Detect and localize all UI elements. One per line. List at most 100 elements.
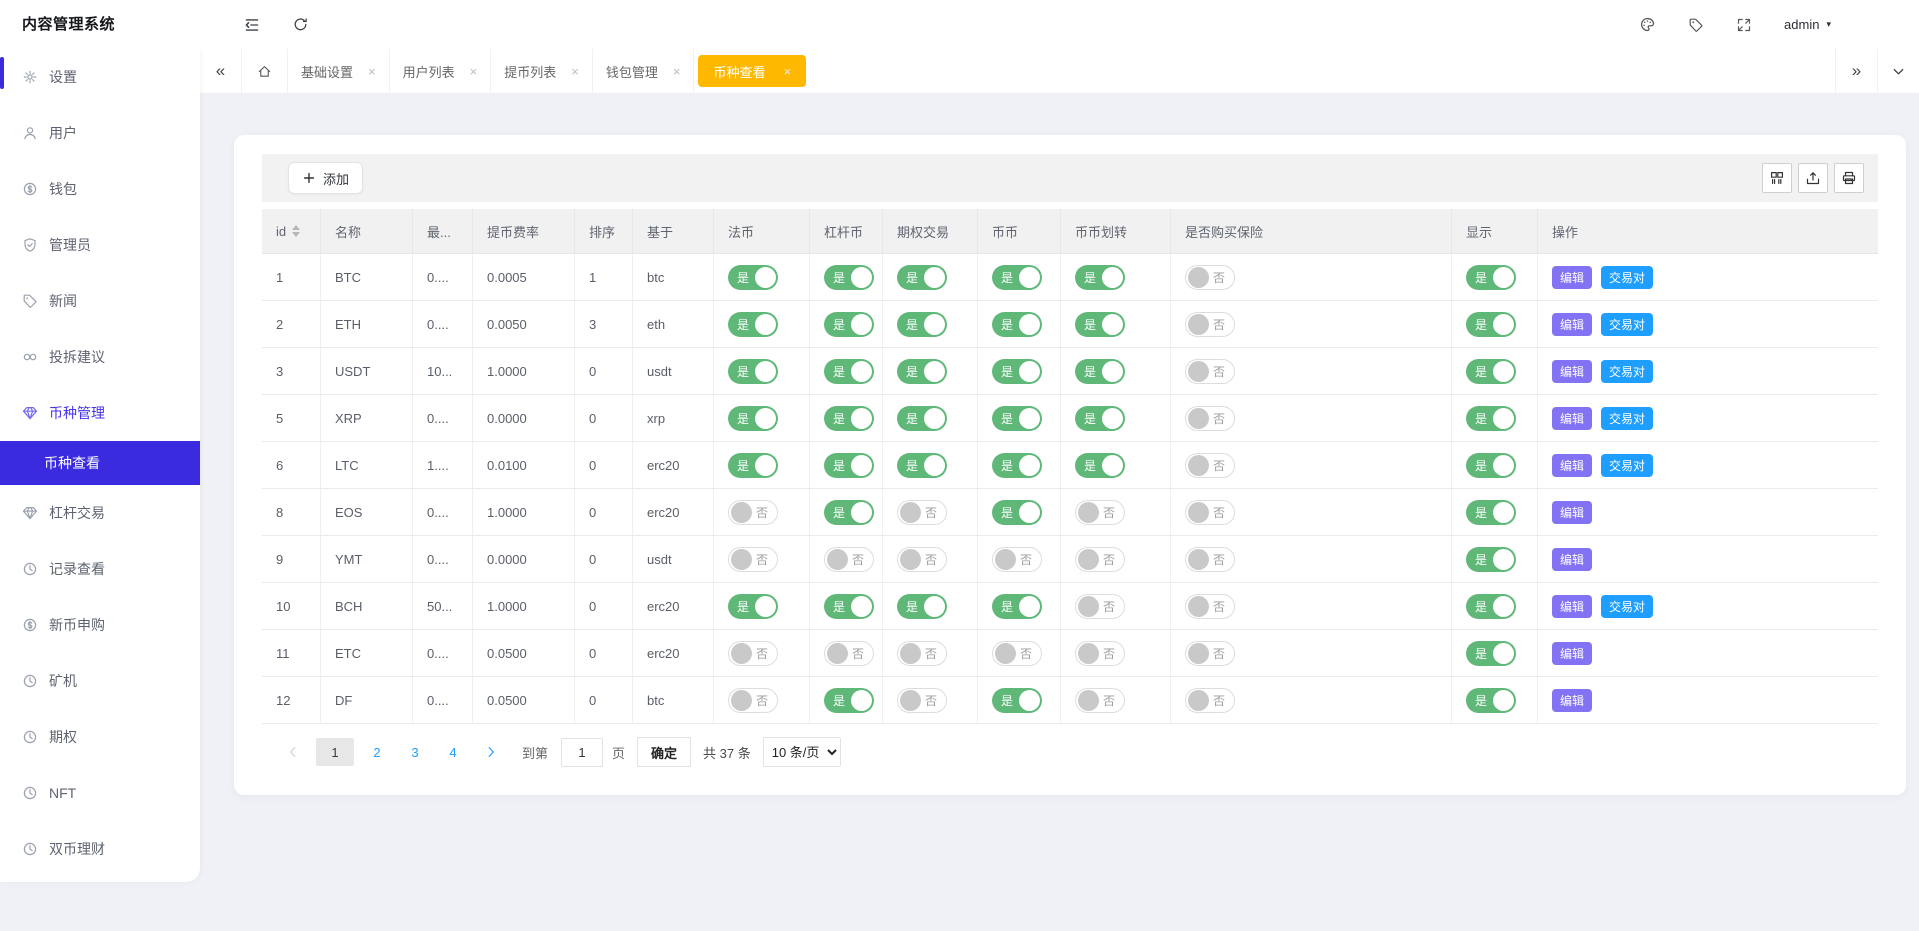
edit-button[interactable]: 编辑: [1552, 500, 1593, 524]
add-button[interactable]: 添加: [288, 162, 364, 194]
show-toggle[interactable]: 是: [1466, 499, 1516, 525]
transfer-toggle[interactable]: 是: [1075, 358, 1125, 384]
lever-toggle[interactable]: 是: [824, 311, 874, 337]
show-toggle[interactable]: 是: [1466, 311, 1516, 337]
sidebar-item-miner[interactable]: 矿机: [0, 653, 200, 709]
insurance-toggle[interactable]: 否: [1185, 358, 1235, 384]
sidebar-item-news[interactable]: 新闻: [0, 273, 200, 329]
fiat-toggle[interactable]: 否: [728, 499, 778, 525]
page-button-3[interactable]: 3: [400, 738, 430, 766]
pairs-button[interactable]: 交易对: [1601, 406, 1654, 430]
insurance-toggle[interactable]: 否: [1185, 593, 1235, 619]
lever-toggle[interactable]: 是: [824, 499, 874, 525]
transfer-toggle[interactable]: 否: [1075, 687, 1125, 713]
collapse-sidebar-icon[interactable]: [243, 0, 261, 49]
spot-toggle[interactable]: 是: [992, 405, 1042, 431]
fiat-toggle[interactable]: 是: [728, 264, 778, 290]
sidebar-item-admins[interactable]: 管理员: [0, 217, 200, 273]
spot-toggle[interactable]: 否: [992, 546, 1042, 572]
confirm-button[interactable]: 确定: [637, 737, 692, 767]
fiat-toggle[interactable]: 是: [728, 311, 778, 337]
pairs-button[interactable]: 交易对: [1601, 265, 1654, 289]
transfer-toggle[interactable]: 否: [1075, 593, 1125, 619]
lever-toggle[interactable]: 是: [824, 593, 874, 619]
spot-toggle[interactable]: 是: [992, 311, 1042, 337]
insurance-toggle[interactable]: 否: [1185, 452, 1235, 478]
show-toggle[interactable]: 是: [1466, 264, 1516, 290]
sidebar-item-leverage-trade[interactable]: 杠杆交易: [0, 485, 200, 541]
page-button-2[interactable]: 2: [362, 738, 392, 766]
sidebar-scrollbar[interactable]: [0, 57, 4, 89]
sidebar-item-settings[interactable]: 设置: [0, 49, 200, 105]
prev-page-button[interactable]: [278, 738, 308, 766]
tab-user-list[interactable]: 用户列表 ×: [390, 49, 492, 93]
close-icon[interactable]: ×: [368, 64, 376, 79]
sidebar-item-new-coin[interactable]: 新币申购: [0, 597, 200, 653]
show-toggle[interactable]: 是: [1466, 358, 1516, 384]
lever-toggle[interactable]: 否: [824, 546, 874, 572]
option-toggle[interactable]: 是: [897, 311, 947, 337]
tabs-menu-button[interactable]: [1877, 49, 1919, 93]
edit-button[interactable]: 编辑: [1552, 359, 1593, 383]
lever-toggle[interactable]: 是: [824, 358, 874, 384]
spot-toggle[interactable]: 是: [992, 593, 1042, 619]
edit-button[interactable]: 编辑: [1552, 312, 1593, 336]
export-icon[interactable]: [1798, 163, 1828, 193]
fiat-toggle[interactable]: 否: [728, 687, 778, 713]
lever-toggle[interactable]: 是: [824, 264, 874, 290]
option-toggle[interactable]: 是: [897, 264, 947, 290]
next-page-button[interactable]: [476, 738, 506, 766]
page-button-4[interactable]: 4: [438, 738, 468, 766]
option-toggle[interactable]: 是: [897, 593, 947, 619]
tab-coin-view[interactable]: 币种查看 ×: [694, 49, 810, 93]
option-toggle[interactable]: 否: [897, 546, 947, 572]
insurance-toggle[interactable]: 否: [1185, 640, 1235, 666]
fullscreen-icon[interactable]: [1736, 17, 1752, 33]
edit-button[interactable]: 编辑: [1552, 406, 1593, 430]
spot-toggle[interactable]: 是: [992, 358, 1042, 384]
sidebar-item-dual-finance[interactable]: 双币理财: [0, 821, 200, 877]
insurance-toggle[interactable]: 否: [1185, 264, 1235, 290]
insurance-toggle[interactable]: 否: [1185, 546, 1235, 572]
option-toggle[interactable]: 是: [897, 452, 947, 478]
home-tab-button[interactable]: [242, 49, 288, 93]
transfer-toggle[interactable]: 是: [1075, 405, 1125, 431]
spot-toggle[interactable]: 是: [992, 452, 1042, 478]
show-toggle[interactable]: 是: [1466, 452, 1516, 478]
insurance-toggle[interactable]: 否: [1185, 311, 1235, 337]
fiat-toggle[interactable]: 是: [728, 405, 778, 431]
edit-button[interactable]: 编辑: [1552, 547, 1593, 571]
close-icon[interactable]: ×: [470, 64, 478, 79]
fiat-toggle[interactable]: 否: [728, 640, 778, 666]
option-toggle[interactable]: 否: [897, 640, 947, 666]
columns-icon[interactable]: [1762, 163, 1792, 193]
lever-toggle[interactable]: 否: [824, 640, 874, 666]
show-toggle[interactable]: 是: [1466, 640, 1516, 666]
fiat-toggle[interactable]: 是: [728, 452, 778, 478]
spot-toggle[interactable]: 否: [992, 640, 1042, 666]
sidebar-item-records[interactable]: 记录查看: [0, 541, 200, 597]
page-size-select[interactable]: 10 条/页: [762, 737, 841, 767]
option-toggle[interactable]: 否: [897, 687, 947, 713]
tabs-scroll-left-button[interactable]: «: [200, 49, 242, 93]
page-button-1[interactable]: 1: [316, 738, 354, 766]
spot-toggle[interactable]: 是: [992, 264, 1042, 290]
sidebar-item-coin-manage[interactable]: 币种管理: [0, 385, 200, 441]
edit-button[interactable]: 编辑: [1552, 265, 1593, 289]
sidebar-item-nft[interactable]: NFT: [0, 765, 200, 821]
insurance-toggle[interactable]: 否: [1185, 687, 1235, 713]
edit-button[interactable]: 编辑: [1552, 594, 1593, 618]
close-icon[interactable]: ×: [571, 64, 579, 79]
pairs-button[interactable]: 交易对: [1601, 594, 1654, 618]
pairs-button[interactable]: 交易对: [1601, 359, 1654, 383]
fiat-toggle[interactable]: 否: [728, 546, 778, 572]
show-toggle[interactable]: 是: [1466, 546, 1516, 572]
tab-withdraw-list[interactable]: 提币列表 ×: [491, 49, 593, 93]
transfer-toggle[interactable]: 是: [1075, 311, 1125, 337]
transfer-toggle[interactable]: 是: [1075, 264, 1125, 290]
transfer-toggle[interactable]: 否: [1075, 499, 1125, 525]
fiat-toggle[interactable]: 是: [728, 593, 778, 619]
close-icon[interactable]: ×: [783, 64, 791, 79]
edit-button[interactable]: 编辑: [1552, 641, 1593, 665]
tag-icon[interactable]: [1688, 17, 1704, 33]
